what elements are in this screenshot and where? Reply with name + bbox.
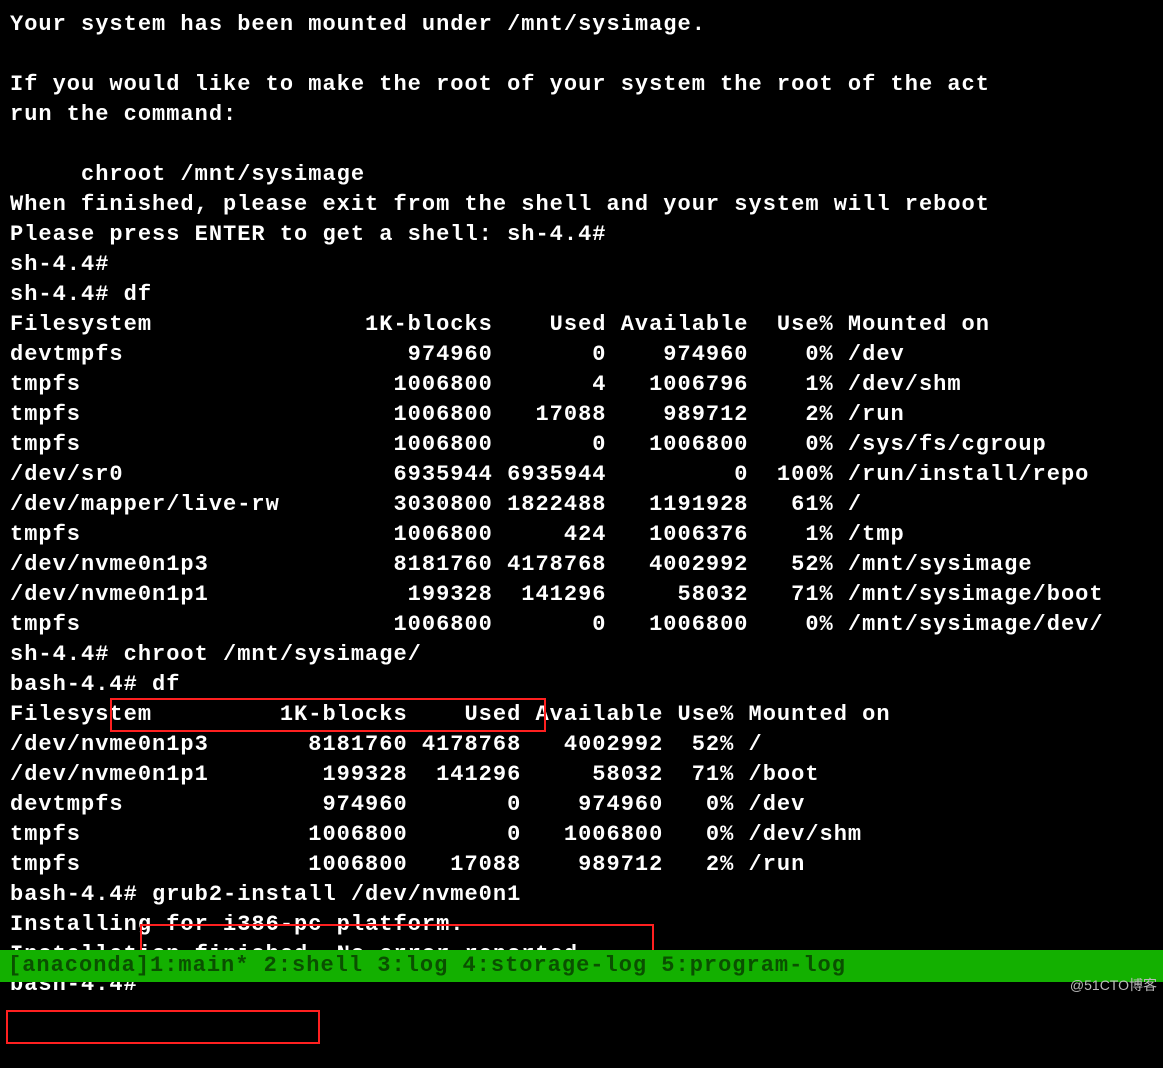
- blank-line: [10, 40, 1153, 70]
- terminal-screen[interactable]: Your system has been mounted under /mnt/…: [0, 0, 1163, 1000]
- df-header: Filesystem 1K-blocks Used Available Use%…: [10, 700, 1153, 730]
- df-row: /dev/mapper/live-rw 3030800 1822488 1191…: [10, 490, 1153, 520]
- df-row: tmpfs 1006800 0 1006800 0% /sys/fs/cgrou…: [10, 430, 1153, 460]
- df-row: /dev/nvme0n1p1 199328 141296 58032 71% /…: [10, 760, 1153, 790]
- prompt-line: sh-4.4# chroot /mnt/sysimage/: [10, 640, 1153, 670]
- df-row: /dev/nvme0n1p3 8181760 4178768 4002992 5…: [10, 730, 1153, 760]
- highlight-box-bash: [6, 1010, 320, 1044]
- intro-line: Your system has been mounted under /mnt/…: [10, 10, 1153, 40]
- df-row: devtmpfs 974960 0 974960 0% /dev: [10, 340, 1153, 370]
- df-row: devtmpfs 974960 0 974960 0% /dev: [10, 790, 1153, 820]
- intro-line: If you would like to make the root of yo…: [10, 70, 1153, 100]
- prompt-line: sh-4.4# df: [10, 280, 1153, 310]
- df-row: /dev/sr0 6935944 6935944 0 100% /run/ins…: [10, 460, 1153, 490]
- df-row: tmpfs 1006800 17088 989712 2% /run: [10, 400, 1153, 430]
- df-row: tmpfs 1006800 0 1006800 0% /dev/shm: [10, 820, 1153, 850]
- watermark-text: @51CTO博客: [1070, 970, 1157, 1000]
- df-header: Filesystem 1K-blocks Used Available Use%…: [10, 310, 1153, 340]
- intro-line: chroot /mnt/sysimage: [10, 160, 1153, 190]
- blank-line: [10, 130, 1153, 160]
- df-row: tmpfs 1006800 17088 989712 2% /run: [10, 850, 1153, 880]
- df-row: tmpfs 1006800 0 1006800 0% /mnt/sysimage…: [10, 610, 1153, 640]
- intro-line: Please press ENTER to get a shell: sh-4.…: [10, 220, 1153, 250]
- prompt-line: bash-4.4# df: [10, 670, 1153, 700]
- df-row: /dev/nvme0n1p1 199328 141296 58032 71% /…: [10, 580, 1153, 610]
- intro-line: run the command:: [10, 100, 1153, 130]
- df-row: tmpfs 1006800 4 1006796 1% /dev/shm: [10, 370, 1153, 400]
- prompt-line: sh-4.4#: [10, 250, 1153, 280]
- prompt-line: bash-4.4# grub2-install /dev/nvme0n1: [10, 880, 1153, 910]
- tmux-status-bar[interactable]: [anaconda]1:main* 2:shell 3:log 4:storag…: [0, 950, 1163, 982]
- df-row: /dev/nvme0n1p3 8181760 4178768 4002992 5…: [10, 550, 1153, 580]
- intro-line: When finished, please exit from the shel…: [10, 190, 1153, 220]
- df-row: tmpfs 1006800 424 1006376 1% /tmp: [10, 520, 1153, 550]
- output-line: Installing for i386-pc platform.: [10, 910, 1153, 940]
